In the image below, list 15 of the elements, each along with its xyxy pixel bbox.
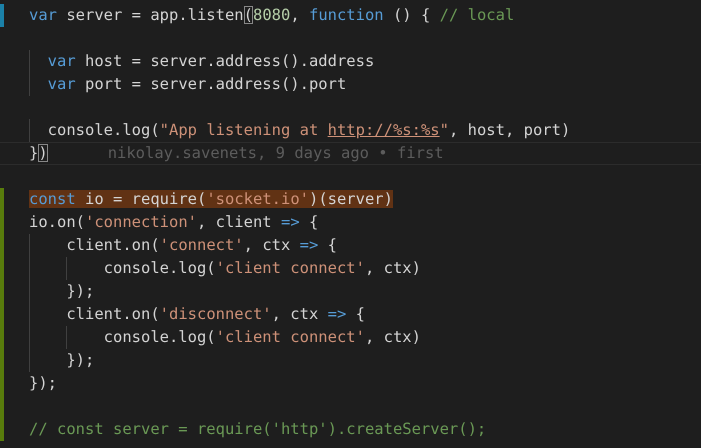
blame-annotation: nikolay.savenets, 9 days ago • first — [108, 144, 444, 162]
code-line: client.on('connect', ctx => { — [65, 236, 337, 254]
code-line: io.on('connection', client => { — [29, 213, 318, 231]
code-line: }); — [65, 282, 94, 300]
code-line: console.log('client connect', ctx) — [102, 328, 421, 346]
code-line: console.log("App listening at http://%s:%s", host, port) — [46, 121, 570, 139]
code-line: }); — [65, 351, 94, 369]
code-line: var host = server.address().address — [46, 52, 374, 70]
code-line: }) — [29, 144, 48, 162]
code-line: var port = server.address().port — [46, 75, 346, 93]
code-line: client.on('disconnect', ctx => { — [65, 305, 365, 323]
code-line: }); — [29, 374, 57, 392]
code-line: console.log('client connect', ctx) — [102, 259, 421, 277]
code-line: // const server = require('http').createServer(); — [29, 420, 486, 438]
code-line: var server = app.listen(8080, function () { // local — [29, 6, 514, 24]
